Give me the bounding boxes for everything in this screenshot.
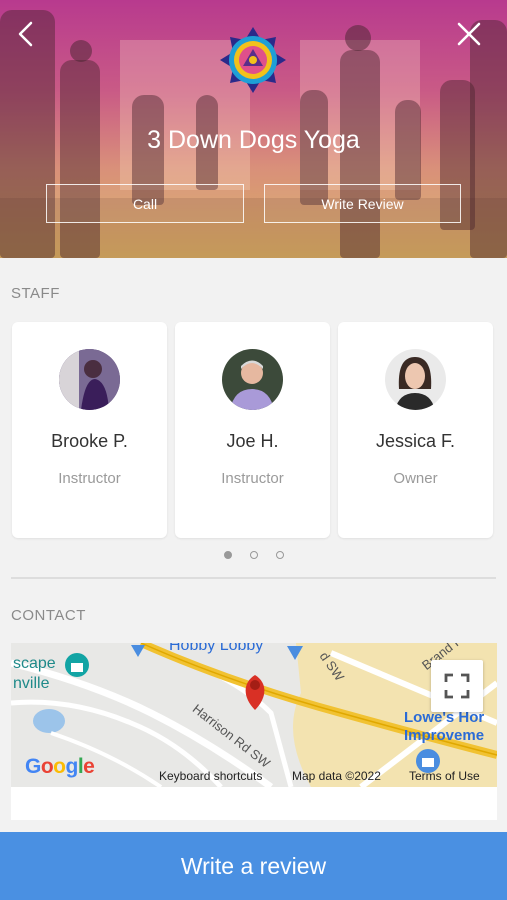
map-place-label: nville	[13, 675, 50, 692]
map-place-label: Hobby Lobby	[169, 643, 264, 654]
map-data-label: Map data ©2022	[292, 769, 381, 783]
section-divider	[11, 577, 496, 579]
fullscreen-button[interactable]	[431, 660, 483, 712]
page-dot[interactable]	[223, 551, 232, 559]
page-dot[interactable]	[249, 551, 258, 559]
staff-card-joe[interactable]: Joe H. Instructor	[175, 322, 330, 538]
back-button[interactable]	[10, 18, 42, 50]
staff-page-indicator	[0, 551, 507, 559]
staff-name: Joe H.	[226, 431, 279, 451]
attraction-pin-icon	[65, 653, 89, 677]
write-review-button[interactable]: Write Review	[264, 184, 461, 223]
staff-role: Instructor	[221, 470, 284, 487]
staff-name: Jessica F.	[375, 431, 456, 451]
fullscreen-icon	[444, 673, 470, 699]
avatar	[385, 349, 446, 410]
chevron-left-icon	[18, 21, 33, 47]
map-footer	[11, 787, 497, 820]
map-place-label: scape	[13, 655, 56, 672]
write-a-review-button[interactable]: Write a review	[0, 832, 507, 900]
studio-logo	[220, 27, 286, 93]
google-logo: Google	[25, 755, 95, 778]
staff-section-label: STAFF	[11, 285, 60, 302]
terms-of-use-link[interactable]: Terms of Use	[409, 769, 480, 783]
studio-name: 3 Down Dogs Yoga	[147, 126, 360, 154]
close-icon	[457, 22, 481, 46]
keyboard-shortcuts-link[interactable]: Keyboard shortcuts	[159, 769, 262, 783]
contact-section-label: CONTACT	[11, 607, 86, 624]
header-hero: 3 Down Dogs Yoga Call Write Review	[0, 0, 507, 258]
avatar	[59, 349, 120, 410]
call-button[interactable]: Call	[46, 184, 244, 223]
page-dot[interactable]	[275, 551, 284, 559]
staff-role: Owner	[393, 470, 438, 487]
close-button[interactable]	[453, 18, 485, 50]
map-place-label: Improveme	[404, 727, 485, 744]
avatar	[222, 349, 283, 410]
staff-card-jessica[interactable]: Jessica F. Owner	[338, 322, 493, 538]
staff-card-brooke[interactable]: Brooke P. Instructor	[12, 322, 167, 538]
staff-role: Instructor	[58, 470, 121, 487]
staff-name: Brooke P.	[51, 431, 128, 451]
location-map[interactable]: scape nville Hobby Lobby Harrison Rd SW …	[11, 643, 497, 787]
